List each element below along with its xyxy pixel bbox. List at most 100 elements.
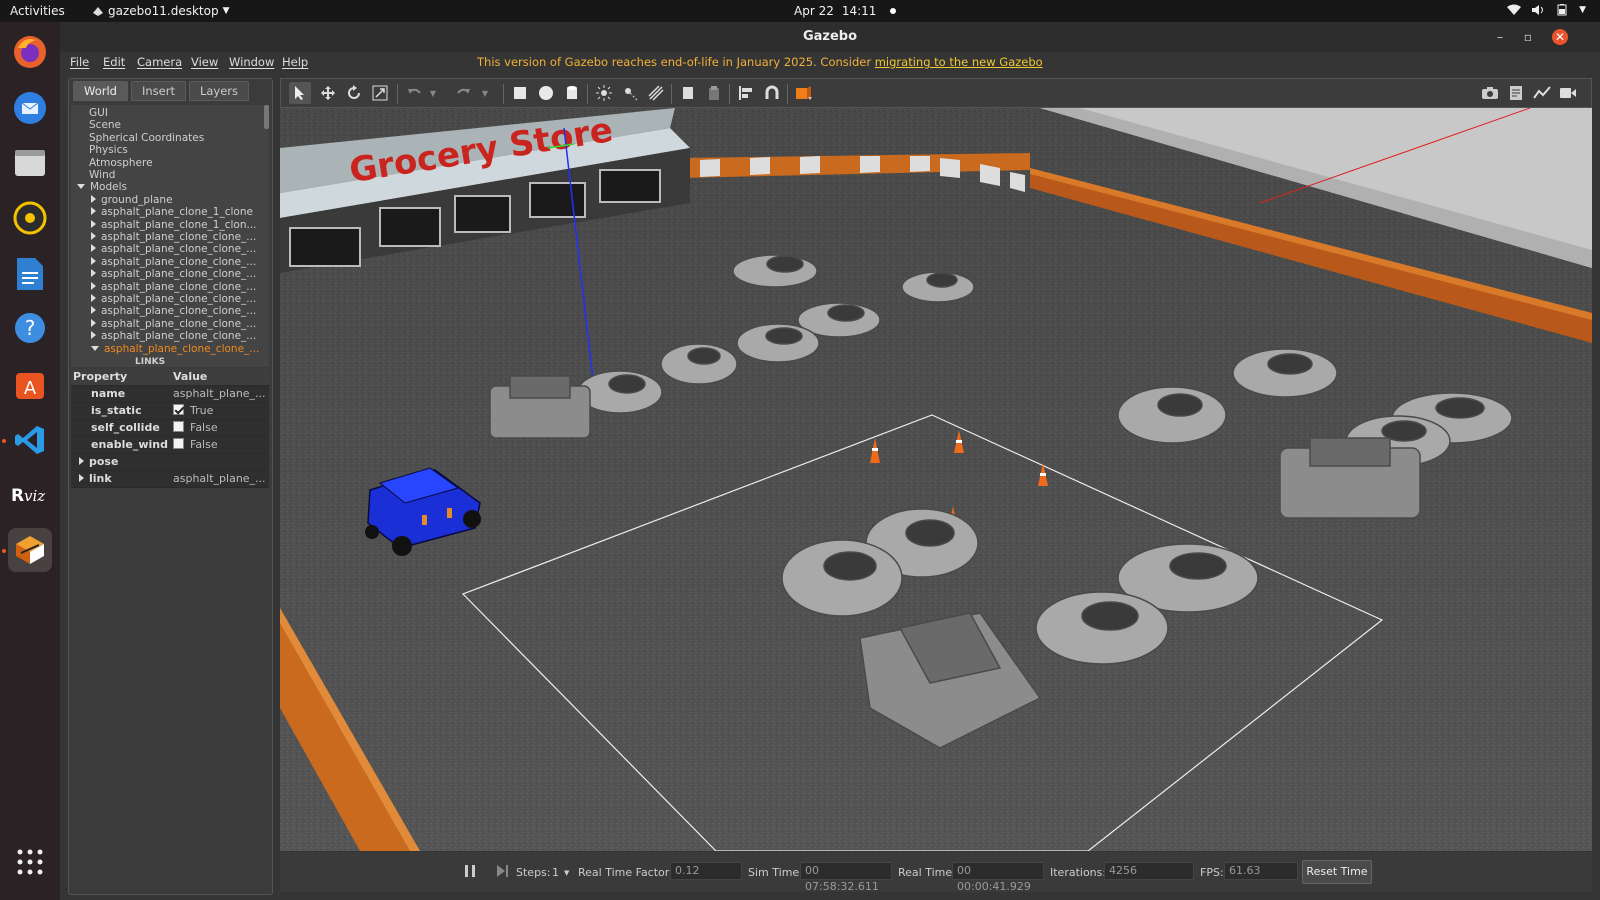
expand-arrow-icon[interactable] [79,474,84,482]
pause-icon[interactable] [464,864,476,881]
software-center-icon[interactable]: A [8,362,52,406]
collapse-arrow-icon[interactable] [91,345,99,351]
gazebo-dock-icon[interactable] [8,528,52,572]
steps-spinbox[interactable]: 1 [552,866,559,879]
tree-item[interactable]: asphalt_plane_clone_clone_... [91,330,256,343]
minimize-icon[interactable]: – [1492,29,1508,45]
expand-arrow-icon[interactable] [91,306,96,315]
property-row-pose[interactable]: pose [71,454,269,471]
tree-item[interactable]: GUI [89,107,108,120]
menu-edit[interactable]: Edit [103,55,125,69]
close-icon[interactable]: ✕ [1552,29,1568,45]
property-value-field[interactable]: asphalt_plane_... [169,386,269,402]
menu-file[interactable]: File [70,55,89,69]
expand-arrow-icon[interactable] [91,281,96,290]
tree-item[interactable]: Atmosphere [89,157,153,170]
property-row-self-collide[interactable]: self_collide False [71,420,269,437]
expand-arrow-icon[interactable] [91,194,96,203]
expand-arrow-icon[interactable] [91,256,96,265]
expand-arrow-icon[interactable] [91,331,96,340]
snap-icon[interactable] [761,82,783,104]
expand-arrow-icon[interactable] [91,219,96,228]
enable-wind-checkbox[interactable] [173,438,184,449]
files-icon[interactable] [8,140,52,184]
clock[interactable]: Apr 22 14:11 [794,4,897,18]
rhythmbox-icon[interactable] [8,196,52,240]
tree-item[interactable]: Scene [89,119,121,132]
tree-item[interactable]: asphalt_plane_clone_1_clone [91,206,253,219]
activities-button[interactable]: Activities [10,4,65,18]
align-icon[interactable] [735,82,757,104]
is-static-checkbox[interactable] [173,404,184,415]
tree-item[interactable]: asphalt_plane_clone_1_clon... [91,219,257,232]
undo-history-chevron-icon[interactable]: ▼ [427,82,439,104]
translate-mode-icon[interactable] [317,82,339,104]
system-tray[interactable]: ▼ [1507,4,1586,16]
tree-item[interactable]: asphalt_plane_clone_clone_... [91,281,256,294]
menu-camera[interactable]: Camera [137,55,182,69]
window-titlebar[interactable]: Gazebo – ▫ ✕ [60,22,1600,52]
video-record-icon[interactable] [1557,82,1579,104]
property-row-link[interactable]: link asphalt_plane_... [71,471,269,488]
sphere-shape-icon[interactable] [535,82,557,104]
rotate-mode-icon[interactable] [343,82,365,104]
3d-viewport[interactable]: Grocery Store [280,108,1592,851]
expand-arrow-icon[interactable] [79,457,84,465]
select-mode-icon[interactable] [289,82,311,104]
change-view-icon[interactable] [793,82,815,104]
tree-item[interactable]: asphalt_plane_clone_clone_... [91,343,259,356]
copy-icon[interactable] [677,82,699,104]
tab-world[interactable]: World [73,81,128,101]
eol-migration-link[interactable]: migrating to the new Gazebo [875,55,1043,69]
menu-help[interactable]: Help [282,55,308,69]
expand-arrow-icon[interactable] [91,269,96,278]
vscode-icon[interactable] [8,418,52,462]
show-applications-icon[interactable] [8,840,52,884]
tree-item[interactable]: asphalt_plane_clone_clone_... [91,256,256,269]
rviz-icon[interactable]: Rviz [8,472,52,516]
help-icon[interactable]: ? [8,306,52,350]
screenshot-camera-icon[interactable] [1479,82,1501,104]
scene-render[interactable]: Grocery Store [280,108,1592,851]
tree-item[interactable]: asphalt_plane_clone_clone_... [91,293,256,306]
tree-item[interactable]: ground_plane [91,194,173,207]
firefox-icon[interactable] [8,30,52,74]
tab-insert[interactable]: Insert [130,81,186,101]
expand-arrow-icon[interactable] [91,244,96,253]
expand-arrow-icon[interactable] [91,232,96,240]
self-collide-checkbox[interactable] [173,421,184,432]
thunderbird-icon[interactable] [8,86,52,130]
point-light-icon[interactable] [593,82,615,104]
redo-icon[interactable] [453,82,475,104]
maximize-icon[interactable]: ▫ [1520,29,1536,45]
tree-scrollbar[interactable] [264,105,269,129]
property-row-name[interactable]: name asphalt_plane_... [71,386,269,403]
property-row-is-static[interactable]: is_static True [71,403,269,420]
expand-arrow-icon[interactable] [91,318,96,327]
steps-chevron-down-icon[interactable]: ▼ [564,869,569,877]
tree-item[interactable]: Models [77,181,127,194]
scale-mode-icon[interactable] [369,82,391,104]
tree-item[interactable]: asphalt_plane_clone_clone_... [91,231,256,244]
paste-icon[interactable] [703,82,725,104]
reset-time-button[interactable]: Reset Time [1302,860,1372,884]
libreoffice-writer-icon[interactable] [8,252,52,296]
undo-icon[interactable] [403,82,425,104]
redo-history-chevron-icon[interactable]: ▼ [479,82,491,104]
menu-window[interactable]: Window [229,55,274,69]
step-forward-icon[interactable] [496,864,510,881]
box-shape-icon[interactable] [509,82,531,104]
cylinder-shape-icon[interactable] [561,82,583,104]
tab-layers[interactable]: Layers [188,81,250,101]
property-row-enable-wind[interactable]: enable_wind False [71,437,269,454]
expand-arrow-icon[interactable] [91,294,96,302]
tree-item[interactable]: asphalt_plane_clone_clone_... [91,305,256,318]
tree-item[interactable]: asphalt_plane_clone_clone_... [91,318,256,331]
expand-arrow-icon[interactable] [91,207,96,216]
app-menu[interactable]: gazebo11.desktop ▼ [92,4,229,18]
tree-item[interactable]: Wind [89,169,115,182]
menu-view[interactable]: View [191,55,218,69]
log-data-icon[interactable] [1505,82,1527,104]
tree-item[interactable]: Physics [89,144,128,157]
collapse-arrow-icon[interactable] [77,184,85,190]
